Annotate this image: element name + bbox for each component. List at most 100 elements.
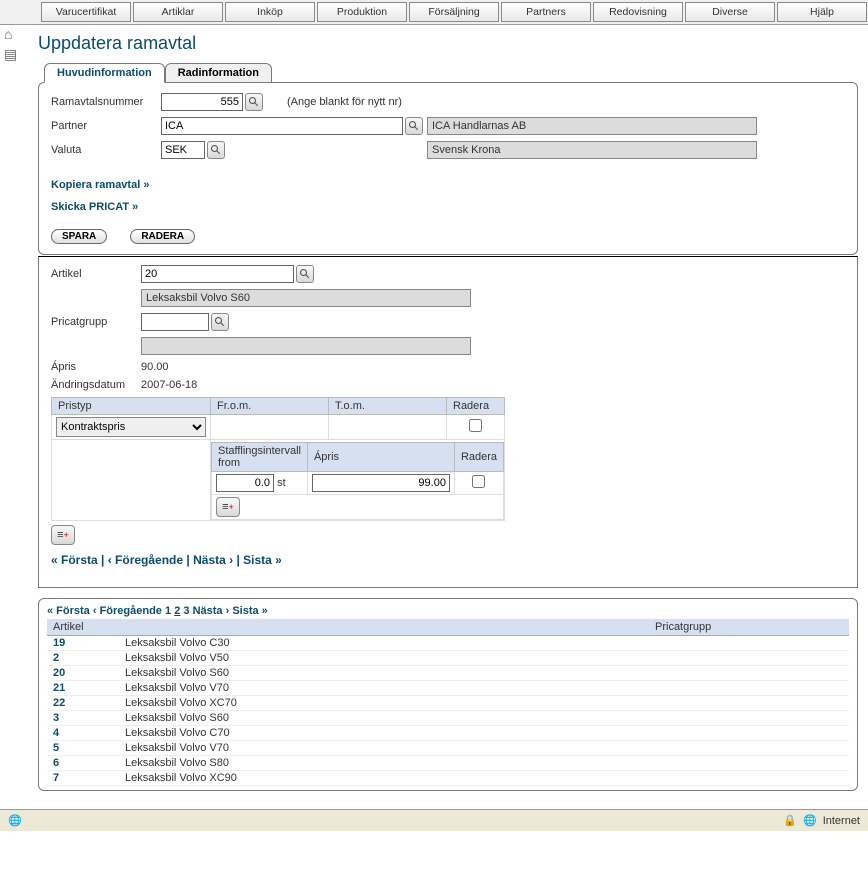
staff-unit: st — [277, 477, 286, 489]
row-name: Leksaksbil Volvo S60 — [119, 666, 649, 681]
skicka-pricat-link[interactable]: Skicka PRICAT » — [51, 201, 138, 213]
row-id-link[interactable]: 5 — [47, 741, 119, 756]
table-row: 22Leksaksbil Volvo XC70 — [47, 696, 849, 711]
menu-diverse[interactable]: Diverse — [685, 2, 775, 22]
delete-button[interactable]: RADERA — [130, 229, 195, 244]
pricat-lookup-icon[interactable] — [211, 313, 229, 331]
pricat-label: Pricatgrupp — [51, 316, 141, 328]
pager-next[interactable]: Nästa › — [193, 553, 233, 567]
table-row: 4Leksaksbil Volvo C70 — [47, 726, 849, 741]
tab-radinformation[interactable]: Radinformation — [165, 63, 272, 83]
pristyp-select[interactable]: Kontraktspris — [56, 417, 206, 437]
list-pager: « Första ‹ Föregående 1 2 3 Nästa › Sist… — [47, 605, 849, 617]
list-first[interactable]: « Första — [47, 605, 90, 617]
copy-ramavtal-link[interactable]: Kopiera ramavtal » — [51, 179, 149, 191]
pricat-display — [141, 337, 471, 355]
menu-inkop[interactable]: Inköp — [225, 2, 315, 22]
partner-lookup-icon[interactable] — [405, 117, 423, 135]
pristyp-table: Pristyp Fr.o.m. T.o.m. Radera Kontraktsp… — [51, 397, 505, 521]
list-p2[interactable]: 2 — [174, 605, 180, 617]
menu-produktion[interactable]: Produktion — [317, 2, 407, 22]
andringsdatum-value: 2007-06-18 — [141, 379, 197, 391]
list-last[interactable]: Sista » — [232, 605, 267, 617]
row-id-link[interactable]: 21 — [47, 681, 119, 696]
list-panel: « Första ‹ Föregående 1 2 3 Nästa › Sist… — [38, 598, 858, 791]
row-id-link[interactable]: 20 — [47, 666, 119, 681]
save-button[interactable]: SPARA — [51, 229, 107, 244]
staff-from-input[interactable] — [216, 474, 274, 492]
menu-partners[interactable]: Partners — [501, 2, 591, 22]
ie-icon: 🌐 — [8, 814, 22, 827]
list-next[interactable]: Nästa › — [193, 605, 230, 617]
row-id-link[interactable]: 19 — [47, 636, 119, 651]
row-pricat — [649, 756, 849, 771]
side-toolbar: ⌂ ▤ — [4, 26, 20, 62]
col-pristyp: Pristyp — [52, 398, 211, 415]
article-grid: Artikel Pricatgrupp 19Leksaksbil Volvo C… — [47, 619, 849, 786]
pager-last[interactable]: Sista » — [243, 553, 282, 567]
pager-prev[interactable]: ‹ Föregående — [108, 553, 183, 567]
artikel-lookup-icon[interactable] — [296, 265, 314, 283]
col-staff: Stafflingsintervall from — [212, 443, 308, 472]
apris-label: Ápris — [51, 361, 141, 373]
pager-first[interactable]: « Första — [51, 553, 98, 567]
inner-delete-checkbox[interactable] — [472, 475, 485, 488]
record-pager: « Första | ‹ Föregående | Nästa › | Sist… — [51, 553, 845, 567]
ramavtal-lookup-icon[interactable] — [245, 93, 263, 111]
zone-label: Internet — [823, 815, 860, 827]
row-pricat — [649, 636, 849, 651]
add-row-button[interactable]: ≡+ — [51, 525, 75, 545]
tab-huvudinformation[interactable]: Huvudinformation — [44, 63, 165, 83]
status-bar: 🌐 🔒 🌐 Internet — [0, 809, 868, 831]
list-p3[interactable]: 3 — [183, 605, 189, 617]
valuta-label: Valuta — [51, 144, 161, 156]
row-pricat — [649, 711, 849, 726]
table-row: 6Leksaksbil Volvo S80 — [47, 756, 849, 771]
row-id-link[interactable]: 22 — [47, 696, 119, 711]
col-tom: T.o.m. — [329, 398, 447, 415]
table-row: 3Leksaksbil Volvo S60 — [47, 711, 849, 726]
row-pricat — [649, 681, 849, 696]
inner-apris-input[interactable] — [312, 474, 450, 492]
header-panel: Ramavtalsnummer (Ange blankt för nytt nr… — [38, 82, 858, 255]
row-name: Leksaksbil Volvo XC90 — [119, 771, 649, 786]
row-name: Leksaksbil Volvo S80 — [119, 756, 649, 771]
col-radera: Radera — [447, 398, 505, 415]
row-id-link[interactable]: 3 — [47, 711, 119, 726]
row-delete-checkbox[interactable] — [469, 419, 482, 432]
valuta-lookup-icon[interactable] — [207, 141, 225, 159]
col-inner-apris: Ápris — [307, 443, 454, 472]
partner-input[interactable] — [161, 117, 403, 135]
andringsdatum-label: Ändringsdatum — [51, 379, 141, 391]
table-row: 20Leksaksbil Volvo S60 — [47, 666, 849, 681]
table-row: 2Leksaksbil Volvo V50 — [47, 651, 849, 666]
row-pricat — [649, 741, 849, 756]
menu-hjalp[interactable]: Hjälp — [777, 2, 867, 22]
ramavtal-hint: (Ange blankt för nytt nr) — [287, 96, 402, 108]
row-name: Leksaksbil Volvo C70 — [119, 726, 649, 741]
menu-redovisning[interactable]: Redovisning — [593, 2, 683, 22]
list-prev[interactable]: ‹ Föregående — [93, 605, 162, 617]
menu-forsaljning[interactable]: Försäljning — [409, 2, 499, 22]
pricat-input[interactable] — [141, 313, 209, 331]
menu-artiklar[interactable]: Artiklar — [133, 2, 223, 22]
col-inner-radera: Radera — [454, 443, 503, 472]
row-name: Leksaksbil Volvo XC70 — [119, 696, 649, 711]
row-id-link[interactable]: 7 — [47, 771, 119, 786]
row-id-link[interactable]: 2 — [47, 651, 119, 666]
home-icon[interactable]: ⌂ — [4, 26, 20, 42]
artikel-display: Leksaksbil Volvo S60 — [141, 289, 471, 307]
grid-col-artikel: Artikel — [47, 619, 649, 636]
partner-display: ICA Handlarnas AB — [427, 117, 757, 135]
menu-varucertifikat[interactable]: Varucertifikat — [41, 2, 131, 22]
add-inner-row-button[interactable]: ≡+ — [216, 497, 240, 517]
row-id-link[interactable]: 6 — [47, 756, 119, 771]
row-name: Leksaksbil Volvo C30 — [119, 636, 649, 651]
valuta-input[interactable] — [161, 141, 205, 159]
row-id-link[interactable]: 4 — [47, 726, 119, 741]
ramavtal-input[interactable] — [161, 93, 243, 111]
list-icon[interactable]: ▤ — [4, 46, 20, 62]
artikel-input[interactable] — [141, 265, 294, 283]
list-p1[interactable]: 1 — [165, 605, 171, 617]
col-from: Fr.o.m. — [211, 398, 329, 415]
